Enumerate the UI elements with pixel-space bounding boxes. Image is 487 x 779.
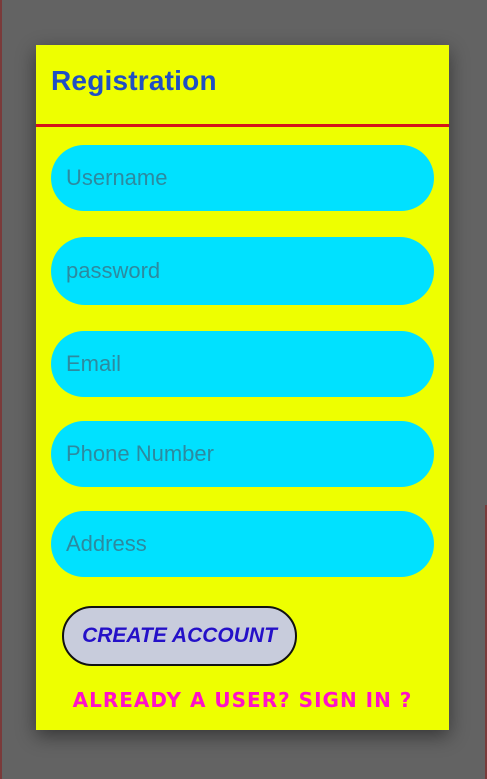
username-field[interactable] (51, 145, 434, 211)
background-edge-left (0, 0, 2, 779)
phone-number-field[interactable] (51, 421, 434, 487)
password-field[interactable] (51, 237, 434, 305)
email-field[interactable] (51, 331, 434, 397)
dialog-title: Registration (51, 65, 217, 96)
address-field[interactable] (51, 511, 434, 577)
screen: Registration CREATE ACCOUNT ALREADY A US… (0, 0, 487, 779)
create-account-button[interactable]: CREATE ACCOUNT (62, 606, 297, 666)
registration-dialog: Registration CREATE ACCOUNT ALREADY A US… (36, 45, 449, 730)
sign-in-link[interactable]: ALREADY A USER? SIGN IN ? (36, 688, 449, 712)
dialog-header: Registration (36, 45, 449, 127)
